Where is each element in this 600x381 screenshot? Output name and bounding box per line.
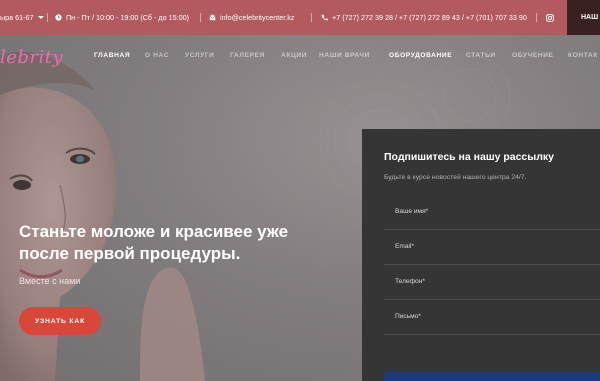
divider (536, 13, 537, 22)
header-cta-button[interactable]: НАШ (567, 0, 600, 35)
phones-text: +7 (727) 272 39 28 / +7 (727) 272 89 43 … (332, 13, 527, 22)
nav-item-doctors[interactable]: НАШИ ВРАЧИ (319, 52, 370, 59)
newsletter-title: Подпишитесь на нашу рассылку (384, 151, 554, 163)
instagram-link[interactable] (546, 0, 554, 35)
name-placeholder: Ваше имя* (395, 208, 429, 215)
subscribe-submit-button[interactable] (384, 372, 600, 381)
brand-logo[interactable]: lebrity (0, 47, 63, 68)
phone-field[interactable]: Телефон* (384, 278, 600, 300)
email-link[interactable]: info@celebritycenter.kz (209, 0, 294, 35)
address-selector[interactable]: ыра 61-67 (0, 0, 44, 35)
name-field[interactable]: Ваше имя* (384, 208, 600, 230)
phone-links[interactable]: +7 (727) 272 39 28 / +7 (727) 272 89 43 … (321, 0, 527, 35)
nav-item-services[interactable]: УСЛУГИ (185, 52, 215, 59)
nav-item-promotions[interactable]: АКЦИИ (281, 52, 307, 59)
hero-subtitle: Вместе с нами (19, 276, 81, 286)
message-placeholder: Письмо* (395, 313, 421, 320)
hero-headline: Станьте моложе и красивее уже после перв… (19, 221, 319, 265)
header-cta-label: НАШ (581, 14, 599, 21)
instagram-icon (546, 13, 554, 22)
email-placeholder: Email* (395, 243, 415, 250)
newsletter-form: Подпишитесь на нашу рассылку Будьте в ку… (362, 129, 600, 381)
email-field[interactable]: Email* (384, 243, 600, 265)
learn-how-button[interactable]: УЗНАТЬ КАК (19, 307, 101, 335)
chevron-down-icon (37, 15, 44, 19)
learn-how-label: УЗНАТЬ КАК (34, 317, 86, 325)
email-text: info@celebritycenter.kz (220, 13, 295, 22)
hero-headline-line-1: Станьте моложе и красивее уже (19, 222, 289, 241)
hero-headline-line-2: после первой процедуры. (19, 244, 241, 263)
envelope-icon (209, 14, 216, 21)
nav-item-about[interactable]: О НАС (145, 52, 169, 59)
divider (311, 13, 312, 22)
clock-icon (55, 14, 62, 21)
address-text: ыра 61-67 (0, 13, 34, 22)
message-field[interactable]: Письмо* (384, 313, 600, 335)
phone-icon (321, 14, 328, 21)
nav-item-contacts[interactable]: КОНТАК (568, 52, 598, 59)
nav-item-training[interactable]: ОБУЧЕНИЕ (512, 52, 554, 59)
top-bar: ыра 61-67 Пн - Пт / 10:00 - 19:00 (Сб - … (0, 0, 600, 35)
working-hours: Пн - Пт / 10:00 - 19:00 (Сб - до 15:00) (55, 0, 189, 35)
newsletter-description: Будьте в курсе новостей нашего центра 24… (384, 174, 527, 181)
nav-item-equipment[interactable]: ОБОРУДОВАНИЕ (389, 52, 452, 59)
nav-item-articles[interactable]: СТАТЬИ (466, 52, 496, 59)
phone-placeholder: Телефон* (395, 278, 425, 285)
logo-text: lebrity (0, 47, 64, 68)
divider (47, 13, 48, 22)
nav-item-gallery[interactable]: ГАЛЕРЕЯ (230, 52, 265, 59)
nav-item-home[interactable]: ГЛАВНАЯ (94, 52, 130, 59)
hours-text: Пн - Пт / 10:00 - 19:00 (Сб - до 15:00) (66, 13, 189, 22)
divider (200, 13, 201, 22)
